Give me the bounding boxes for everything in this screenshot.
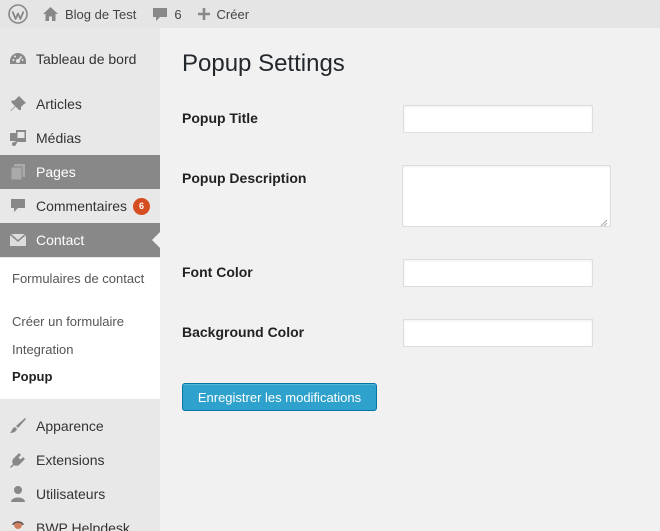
sidebar-item-extensions[interactable]: Extensions bbox=[0, 443, 160, 477]
plugin-icon bbox=[0, 451, 36, 469]
sidebar-item-commentaires[interactable]: Commentaires 6 bbox=[0, 189, 160, 223]
submenu-item-creer-formulaire[interactable]: Créer un formulaire bbox=[12, 314, 152, 329]
site-name-label: Blog de Test bbox=[65, 6, 137, 22]
page-title: Popup Settings bbox=[182, 50, 345, 77]
admin-sidebar: Tableau de bord Articles Médias Pages Co… bbox=[0, 28, 160, 531]
resize-handle-icon[interactable] bbox=[599, 214, 608, 227]
background-color-label: Background Color bbox=[182, 324, 305, 340]
submenu-item-popup[interactable]: Popup bbox=[12, 369, 152, 384]
sidebar-item-label: Contact bbox=[36, 232, 85, 248]
sidebar-item-articles[interactable]: Articles bbox=[0, 87, 160, 121]
helpdesk-icon bbox=[0, 519, 36, 531]
wordpress-logo-icon bbox=[8, 4, 28, 24]
sidebar-item-medias[interactable]: Médias bbox=[0, 121, 160, 155]
home-icon bbox=[42, 6, 59, 22]
comment-icon bbox=[152, 7, 168, 22]
sidebar-item-dashboard[interactable]: Tableau de bord bbox=[0, 42, 160, 76]
popup-title-label: Popup Title bbox=[182, 110, 258, 126]
sidebar-item-label: BWP Helpdesk bbox=[36, 520, 130, 531]
sidebar-item-label: Tableau de bord bbox=[36, 51, 137, 67]
sidebar-item-label: Articles bbox=[36, 96, 82, 112]
sidebar-item-contact[interactable]: Contact bbox=[0, 223, 160, 257]
submenu-item-formulaires[interactable]: Formulaires de contact bbox=[12, 271, 152, 286]
comments-badge: 6 bbox=[133, 197, 151, 215]
pin-icon bbox=[0, 95, 36, 113]
new-content-link[interactable]: Créer bbox=[192, 0, 256, 28]
plus-icon bbox=[197, 8, 210, 20]
sidebar-item-label: Commentaires bbox=[36, 198, 128, 214]
sidebar-item-pages[interactable]: Pages bbox=[0, 155, 160, 189]
popup-description-textarea[interactable] bbox=[402, 165, 611, 227]
sidebar-item-label: Pages bbox=[36, 164, 76, 180]
pages-icon bbox=[0, 163, 36, 181]
sidebar-item-label: Extensions bbox=[36, 452, 105, 468]
sidebar-item-apparence[interactable]: Apparence bbox=[0, 409, 160, 443]
popup-description-label: Popup Description bbox=[182, 170, 307, 186]
site-name-link[interactable]: Blog de Test bbox=[36, 0, 142, 28]
admin-bar: Blog de Test 6 Créer bbox=[0, 0, 660, 28]
sidebar-item-label: Apparence bbox=[36, 418, 104, 434]
mail-icon bbox=[0, 233, 36, 247]
submenu-item-integration[interactable]: Integration bbox=[12, 342, 152, 357]
comment-icon bbox=[0, 198, 36, 214]
brush-icon bbox=[0, 417, 36, 435]
background-color-input[interactable] bbox=[403, 319, 593, 347]
contact-submenu: Formulaires de contact Créer un formulai… bbox=[0, 258, 160, 399]
sidebar-item-label: Médias bbox=[36, 130, 82, 146]
wordpress-logo-button[interactable] bbox=[0, 0, 36, 28]
media-icon bbox=[0, 129, 36, 147]
popup-title-input[interactable] bbox=[403, 105, 593, 133]
user-icon bbox=[0, 485, 36, 503]
dashboard-icon bbox=[0, 51, 36, 67]
new-content-label: Créer bbox=[216, 6, 250, 22]
save-changes-button[interactable]: Enregistrer les modifications bbox=[182, 383, 377, 411]
main-content: Popup Settings Popup Title Popup Descrip… bbox=[160, 28, 660, 531]
comments-link[interactable]: 6 bbox=[146, 0, 187, 28]
sidebar-item-bwp-helpdesk[interactable]: BWP Helpdesk bbox=[0, 511, 160, 531]
sidebar-item-label: Utilisateurs bbox=[36, 486, 106, 502]
font-color-input[interactable] bbox=[403, 259, 593, 287]
sidebar-item-utilisateurs[interactable]: Utilisateurs bbox=[0, 477, 160, 511]
font-color-label: Font Color bbox=[182, 264, 253, 280]
comments-count: 6 bbox=[174, 6, 182, 22]
